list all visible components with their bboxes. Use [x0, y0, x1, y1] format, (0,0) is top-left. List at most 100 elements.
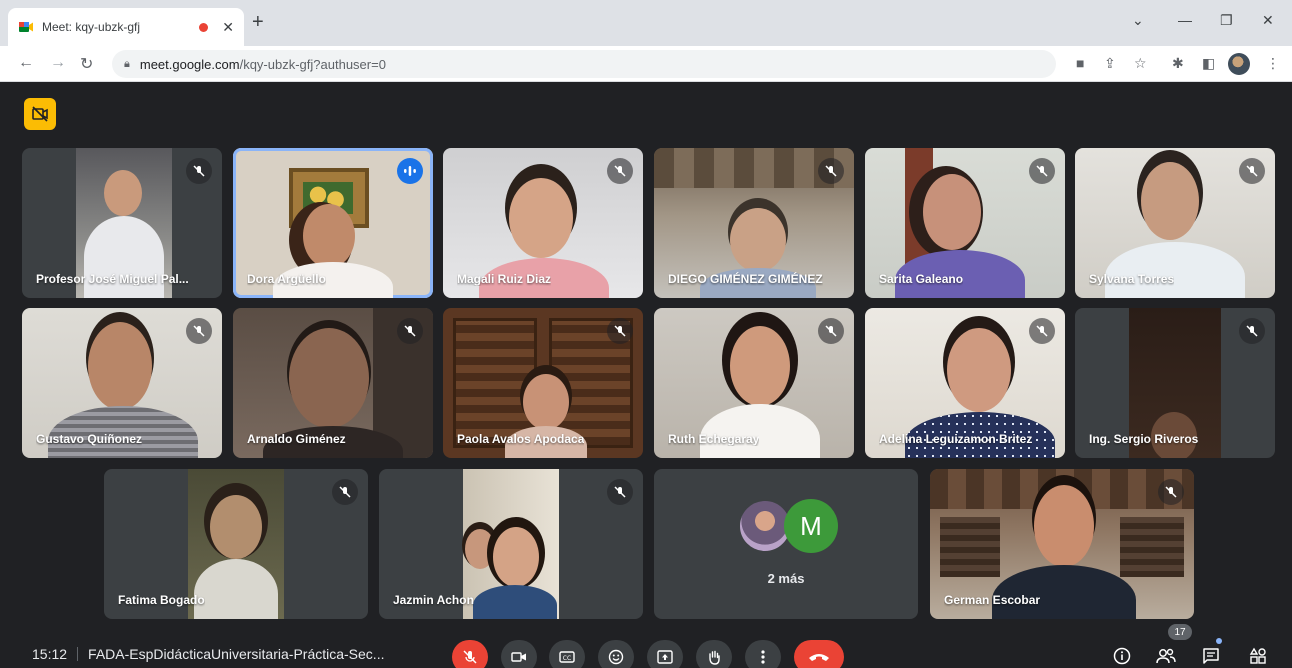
url-input[interactable]: 🔒︎ meet.google.com/kqy-ubzk-gfj?authuser… [112, 50, 1056, 78]
participant-video [463, 469, 559, 619]
back-icon[interactable]: ← [18, 54, 34, 72]
captions-button[interactable]: CC [549, 640, 585, 668]
participant-tile[interactable]: Profesor José Miguel Pal... [22, 148, 222, 298]
people-button[interactable] [1154, 644, 1178, 668]
participant-name: Arnaldo Giménez [247, 432, 346, 446]
participant-tile[interactable]: German Escobar [930, 469, 1194, 619]
audio-wave-icon [397, 158, 423, 184]
close-tab-icon[interactable]: ✕ [222, 19, 234, 36]
chat-button[interactable] [1199, 644, 1223, 668]
participant-tile[interactable]: Adelina Leguizamon Britez [865, 308, 1065, 458]
address-bar-row: ← → ↻ 🔒︎ meet.google.com/kqy-ubzk-gfj?au… [0, 46, 1292, 82]
more-options-button[interactable] [745, 640, 781, 668]
more-participants-tile[interactable]: M 2 más [654, 469, 918, 619]
browser-tab[interactable]: Meet: kqy-ubzk-gfj ✕ [8, 8, 244, 46]
more-avatars: M [738, 499, 838, 553]
participant-tile[interactable]: Magali Ruiz Diaz [443, 148, 643, 298]
participant-name: Ruth Echegaray [668, 432, 760, 446]
participant-tile[interactable]: Fatima Bogado [104, 469, 368, 619]
participant-tile[interactable]: Dora Argüello [233, 148, 433, 298]
mic-off-icon [397, 318, 423, 344]
recording-indicator-icon [199, 22, 209, 32]
participant-tile[interactable]: Sarita Galeano [865, 148, 1065, 298]
meeting-info-button[interactable] [1110, 644, 1134, 668]
minimize-icon[interactable]: — [1178, 12, 1192, 28]
participant-name: Fatima Bogado [118, 593, 205, 607]
mic-off-icon [1029, 158, 1055, 184]
tab-search-icon[interactable]: ⌄ [1132, 12, 1144, 29]
mic-off-icon [607, 318, 633, 344]
chat-notification-dot [1216, 638, 1222, 644]
present-button[interactable] [647, 640, 683, 668]
mic-off-icon [1239, 158, 1265, 184]
restore-icon[interactable]: ❐ [1220, 12, 1233, 29]
meeting-controls-bar: 15:12 FADA-EspDidácticaUniversitaria-Prác… [0, 636, 1292, 668]
browser-tab-bar: Meet: kqy-ubzk-gfj ✕ + ⌄ — ❐ ✕ [0, 0, 1292, 46]
participant-tile[interactable]: Ruth Echegaray [654, 308, 854, 458]
participant-name: Adelina Leguizamon Britez [879, 432, 1033, 446]
mic-off-icon [818, 318, 844, 344]
participant-tile[interactable]: Jazmin Achon [379, 469, 643, 619]
layout-badge[interactable] [24, 98, 56, 130]
close-window-icon[interactable]: ✕ [1262, 12, 1274, 29]
participant-name: Magali Ruiz Diaz [457, 272, 552, 286]
lock-icon: 🔒︎ [124, 57, 130, 70]
more-participants-label: 2 más [767, 571, 805, 586]
chat-icon [1203, 648, 1219, 664]
forward-icon[interactable]: → [50, 54, 66, 72]
phone-hangup-icon [809, 654, 829, 661]
meeting-details: 15:12 FADA-EspDidácticaUniversitaria-Prác… [32, 646, 384, 662]
participant-name: DIEGO GIMÉNEZ GIMÉNEZ [668, 272, 823, 286]
mic-off-icon [607, 479, 633, 505]
participant-count-badge: 17 [1168, 624, 1192, 640]
camera-toggle-button[interactable] [501, 640, 537, 668]
leave-call-button[interactable] [794, 640, 844, 668]
participant-name: Sarita Galeano [879, 272, 964, 286]
more-vert-icon [761, 650, 765, 664]
participant-tile[interactable]: Sylvana Torres [1075, 148, 1275, 298]
participant-tile[interactable]: Arnaldo Giménez [233, 308, 433, 458]
svg-text:CC: CC [563, 655, 571, 662]
bookmark-star-icon[interactable]: ☆ [1134, 55, 1147, 72]
tab-title: Meet: kqy-ubzk-gfj [42, 20, 141, 34]
reload-icon[interactable]: ↻ [80, 54, 93, 74]
mic-off-icon [186, 318, 212, 344]
mic-off-icon [1029, 318, 1055, 344]
camera-in-use-icon[interactable]: ■ [1076, 55, 1084, 71]
mic-off-icon [818, 158, 844, 184]
new-tab-icon[interactable]: + [252, 12, 264, 32]
url-host: meet.google.com [139, 56, 240, 72]
people-icon [1156, 648, 1176, 664]
info-icon [1113, 647, 1131, 665]
extensions-icon[interactable]: ✱ [1172, 55, 1184, 72]
present-icon [657, 650, 673, 664]
mic-off-icon [1158, 479, 1184, 505]
raise-hand-button[interactable] [696, 640, 732, 668]
participant-name: Profesor José Miguel Pal... [36, 272, 189, 286]
participant-name: Jazmin Achon [393, 593, 474, 607]
meet-favicon-icon [19, 22, 33, 32]
mic-off-icon [463, 650, 477, 664]
captions-icon: CC [559, 651, 575, 663]
participant-name: Paola Avalos Apodaca [457, 432, 585, 446]
mic-toggle-button[interactable] [452, 640, 488, 668]
participant-name: Gustavo Quiñonez [36, 432, 143, 446]
participant-avatar: M [784, 499, 838, 553]
activities-button[interactable] [1246, 644, 1270, 668]
participant-tile[interactable]: Ing. Sergio Riveros [1075, 308, 1275, 458]
emoji-icon [608, 649, 624, 665]
activities-icon [1249, 647, 1266, 664]
participant-name: Sylvana Torres [1089, 272, 1175, 286]
profile-avatar[interactable] [1228, 53, 1250, 75]
side-panel-icon[interactable]: ◧ [1202, 55, 1215, 72]
participant-tile[interactable]: Gustavo Quiñonez [22, 308, 222, 458]
participant-tile[interactable]: DIEGO GIMÉNEZ GIMÉNEZ [654, 148, 854, 298]
reactions-button[interactable] [598, 640, 634, 668]
share-icon[interactable]: ⇪ [1104, 55, 1116, 72]
mic-off-icon [332, 479, 358, 505]
hand-icon [709, 650, 720, 665]
mic-off-icon [1239, 318, 1265, 344]
chrome-menu-icon[interactable]: ⋮ [1266, 55, 1280, 72]
participant-tile[interactable]: Paola Avalos Apodaca [443, 308, 643, 458]
participant-name: Ing. Sergio Riveros [1089, 432, 1199, 446]
